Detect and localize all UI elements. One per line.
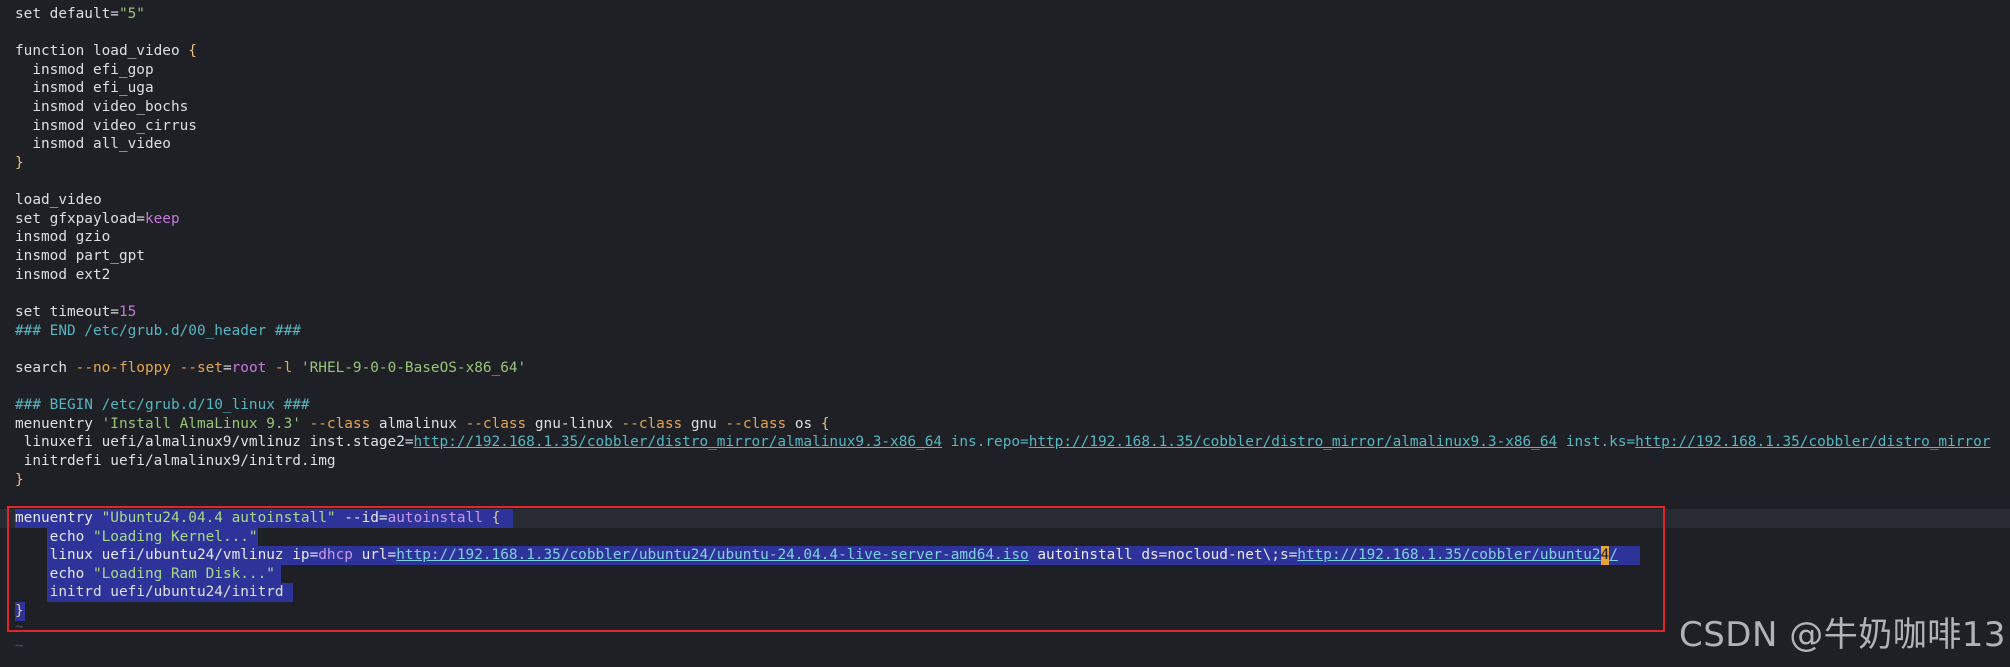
code-line: insmod video_cirrus: [15, 118, 197, 134]
code-line: insmod efi_uga: [15, 80, 154, 96]
code-line: linuxefi uefi/almalinux9/vmlinuz inst.st…: [15, 434, 1991, 450]
code-line: function load_video {: [15, 43, 197, 59]
code-line: }: [15, 472, 24, 488]
highlight-annotation-box: [7, 506, 1665, 632]
code-comment: ### BEGIN /etc/grub.d/10_linux ###: [15, 397, 310, 413]
code-line: insmod part_gpt: [15, 248, 145, 264]
code-line: insmod gzio: [15, 229, 111, 245]
code-line: insmod video_bochs: [15, 99, 189, 115]
code-line: set default="5": [15, 6, 145, 22]
code-line: insmod all_video: [15, 136, 171, 152]
code-comment: ### END /etc/grub.d/00_header ###: [15, 323, 301, 339]
code-line: }: [15, 155, 24, 171]
code-line: set gfxpayload=keep: [15, 211, 180, 227]
code-line: search --no-floppy --set=root -l 'RHEL-9…: [15, 360, 527, 376]
code-line: menuentry 'Install AlmaLinux 9.3' --clas…: [15, 416, 830, 432]
empty-line-marker: ~: [15, 638, 24, 654]
code-line: insmod efi_gop: [15, 62, 154, 78]
empty-line-marker: ~: [15, 619, 24, 635]
code-line: set timeout=15: [15, 304, 137, 320]
code-line: load_video: [15, 192, 102, 208]
watermark: CSDN @牛奶咖啡13: [1678, 615, 2006, 655]
code-line: initrdefi uefi/almalinux9/initrd.img: [15, 453, 336, 469]
code-editor[interactable]: set default="5" function load_video { in…: [0, 0, 2010, 667]
code-line: insmod ext2: [15, 267, 111, 283]
